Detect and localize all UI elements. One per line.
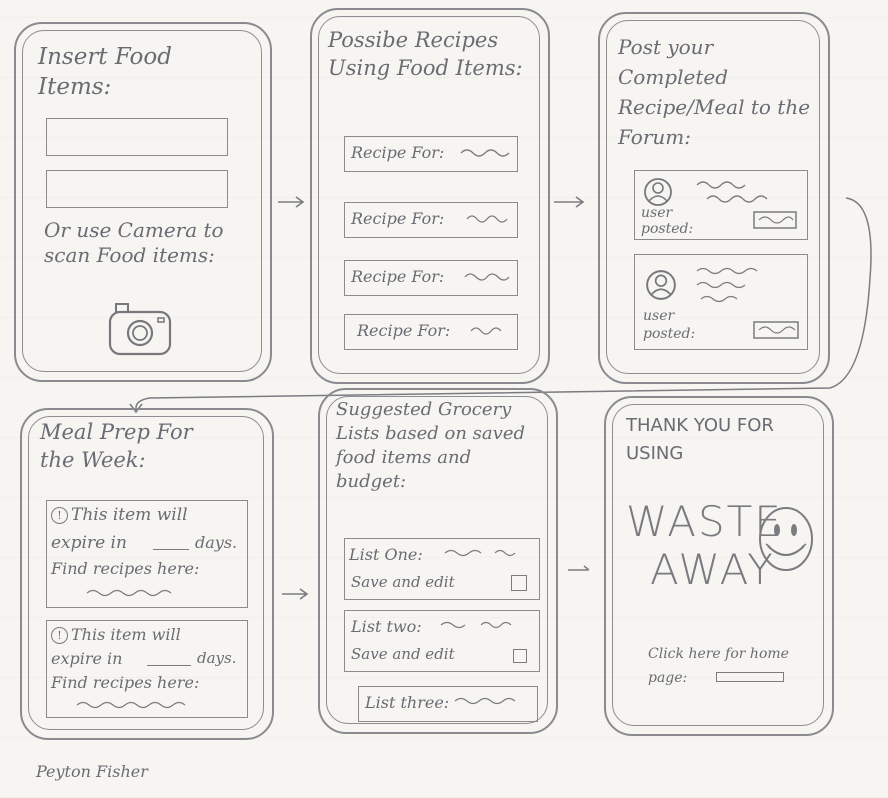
flow-connector <box>129 197 872 414</box>
flow-arrow-3 <box>282 588 309 600</box>
meal-prep-title: Meal Prep For the Week: <box>40 420 193 472</box>
squiggle <box>444 549 516 557</box>
list-name: List two: <box>351 617 422 636</box>
expiry-alert-card[interactable]: ! This item will expire in days. Find re… <box>46 500 248 608</box>
squiggle <box>86 589 172 597</box>
checkbox-icon[interactable] <box>511 575 527 591</box>
alert-icon: ! <box>51 507 68 524</box>
squiggle <box>454 697 516 705</box>
brand-line-2: AWAY <box>650 545 775 594</box>
author-signature: Peyton Fisher <box>36 762 148 781</box>
home-button[interactable] <box>716 672 784 682</box>
alert-line-1: This item will <box>71 625 181 644</box>
alert-days-label: days. <box>197 649 237 667</box>
alert-line-3: Find recipes here: <box>51 559 200 578</box>
smiley-face-icon <box>759 507 813 571</box>
grocery-title: Suggested Grocery Lists based on saved f… <box>336 399 525 492</box>
screen-grocery-lists: Suggested Grocery Lists based on saved f… <box>318 388 558 734</box>
alert-line-2: expire in <box>51 533 127 553</box>
alert-icon: ! <box>51 627 68 644</box>
alert-days-label: days. <box>195 533 238 552</box>
squiggle <box>440 621 512 629</box>
list-name: List One: <box>349 545 423 564</box>
alert-line-2: expire in <box>51 649 123 668</box>
days-blank <box>153 549 189 550</box>
screen-thank-you: THANK YOU FOR USING WASTE AWAY Click her… <box>604 396 834 736</box>
thank-you-text: THANK YOU FOR USING <box>626 415 774 464</box>
grocery-list-card[interactable]: List two: Save and edit <box>344 610 540 672</box>
screen-meal-prep: Meal Prep For the Week: ! This item will… <box>20 408 274 740</box>
flow-arrow-4 <box>568 565 590 571</box>
list-name: List three: <box>365 693 450 712</box>
alert-line-3: Find recipes here: <box>51 673 200 692</box>
squiggle <box>76 701 186 709</box>
save-edit-label: Save and edit <box>351 573 455 591</box>
home-prompt: Click here for home page: <box>648 646 789 686</box>
days-blank <box>147 665 191 666</box>
checkbox-icon[interactable] <box>513 649 527 663</box>
expiry-alert-card[interactable]: ! This item will expire in days. Find re… <box>46 620 248 718</box>
alert-line-1: This item will <box>71 505 188 525</box>
save-edit-label: Save and edit <box>351 645 455 663</box>
grocery-list-card[interactable]: List three: <box>358 686 538 722</box>
grocery-list-card[interactable]: List One: Save and edit <box>344 538 540 600</box>
